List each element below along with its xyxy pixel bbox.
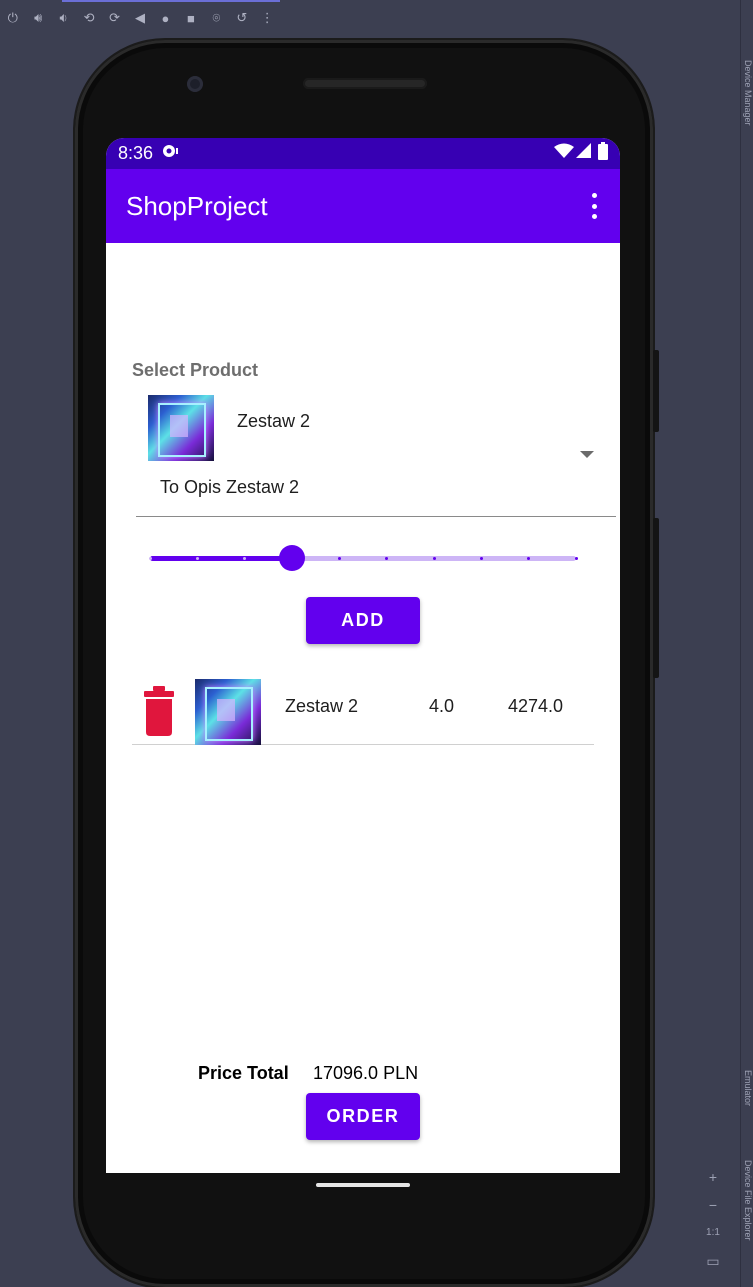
wifi-icon — [554, 143, 574, 164]
emulator-toolbar: ⏻ 🔊︎ 🔉︎ ⟲ ⟳ ◀ ● ■ ⌾ ↺ ⋮ — [0, 0, 280, 36]
power-icon[interactable]: ⏻ — [0, 5, 25, 31]
delete-icon[interactable] — [144, 686, 174, 736]
slider-active-track — [150, 556, 292, 561]
slider-thumb[interactable] — [279, 545, 305, 571]
select-product-label: Select Product — [132, 360, 259, 380]
gesture-navigation-bar[interactable] — [316, 1183, 410, 1187]
signal-icon — [576, 143, 592, 164]
cart-item-name: Zestaw 2 — [285, 696, 359, 716]
zoom-ratio-button[interactable]: 1:1 — [706, 1222, 720, 1244]
dropdown-arrow-icon[interactable] — [580, 451, 594, 458]
camera-icon[interactable]: ⌾ — [204, 5, 229, 31]
slider-tick — [148, 557, 152, 560]
emulator-tab[interactable]: Emulator — [741, 1070, 753, 1140]
rotate-right-icon[interactable]: ⟳ — [102, 5, 127, 31]
add-button[interactable]: ADD — [306, 597, 420, 644]
order-button[interactable]: ORDER — [306, 1093, 420, 1140]
overflow-menu-icon[interactable] — [588, 193, 600, 219]
device-file-explorer-tab[interactable]: Device File Explorer — [741, 1160, 753, 1280]
product-name: Zestaw 2 — [237, 411, 311, 431]
product-spinner[interactable]: Zestaw 2 To Opis Zestaw 2 — [136, 393, 616, 517]
product-thumbnail — [148, 395, 214, 461]
cart-item-price: 4274.0 — [508, 696, 564, 716]
power-side-button[interactable] — [653, 350, 659, 432]
rotate-left-icon[interactable]: ⟲ — [76, 5, 101, 31]
earpiece-speaker — [303, 78, 427, 89]
cart-item-quantity: 4.0 — [429, 696, 455, 716]
zoom-controls: + − 1:1 ▭ — [700, 1166, 726, 1276]
cart-item-row: Zestaw 2 4.0 4274.0 — [132, 676, 594, 745]
status-time: 8:36 — [118, 143, 154, 163]
slider-tick — [337, 557, 341, 560]
more-icon[interactable]: ⋮ — [255, 5, 280, 31]
cart-item-thumbnail — [195, 679, 261, 745]
screenshot-icon[interactable]: ▭ — [706, 1250, 719, 1272]
battery-icon — [598, 142, 608, 165]
main-content: Select Product Zestaw 2 To Opis Zestaw 2… — [106, 243, 620, 1173]
device-manager-tab[interactable]: Device Manager — [741, 60, 753, 160]
notification-icon — [161, 143, 179, 164]
overview-icon[interactable]: ■ — [178, 5, 203, 31]
status-bar: 8:36 — [106, 138, 620, 169]
back-icon[interactable]: ◀ — [127, 5, 152, 31]
quantity-slider[interactable] — [148, 543, 578, 573]
front-camera — [187, 76, 203, 92]
device-screen: 8:36 ShopProject Select Product Zestaw 2… — [106, 138, 620, 1173]
slider-tick — [432, 557, 436, 560]
app-bar: ShopProject — [106, 169, 620, 243]
zoom-out-button[interactable]: − — [709, 1194, 717, 1216]
phone-frame: 8:36 ShopProject Select Product Zestaw 2… — [75, 40, 659, 1287]
app-title: ShopProject — [126, 190, 268, 221]
price-total-label: Price Total — [198, 1063, 289, 1083]
price-total-value: 17096.0 PLN — [313, 1063, 419, 1083]
slider-tick — [479, 557, 483, 560]
replay-icon[interactable]: ↺ — [229, 5, 254, 31]
home-icon[interactable]: ● — [153, 5, 178, 31]
toolbar-active-indicator — [62, 0, 280, 2]
slider-tick — [574, 557, 578, 560]
volume-down-icon[interactable]: 🔉︎ — [51, 5, 76, 31]
slider-tick — [195, 557, 199, 560]
volume-up-icon[interactable]: 🔊︎ — [25, 5, 50, 31]
zoom-in-button[interactable]: + — [709, 1166, 717, 1188]
product-description: To Opis Zestaw 2 — [160, 477, 300, 497]
volume-side-button[interactable] — [653, 518, 659, 678]
